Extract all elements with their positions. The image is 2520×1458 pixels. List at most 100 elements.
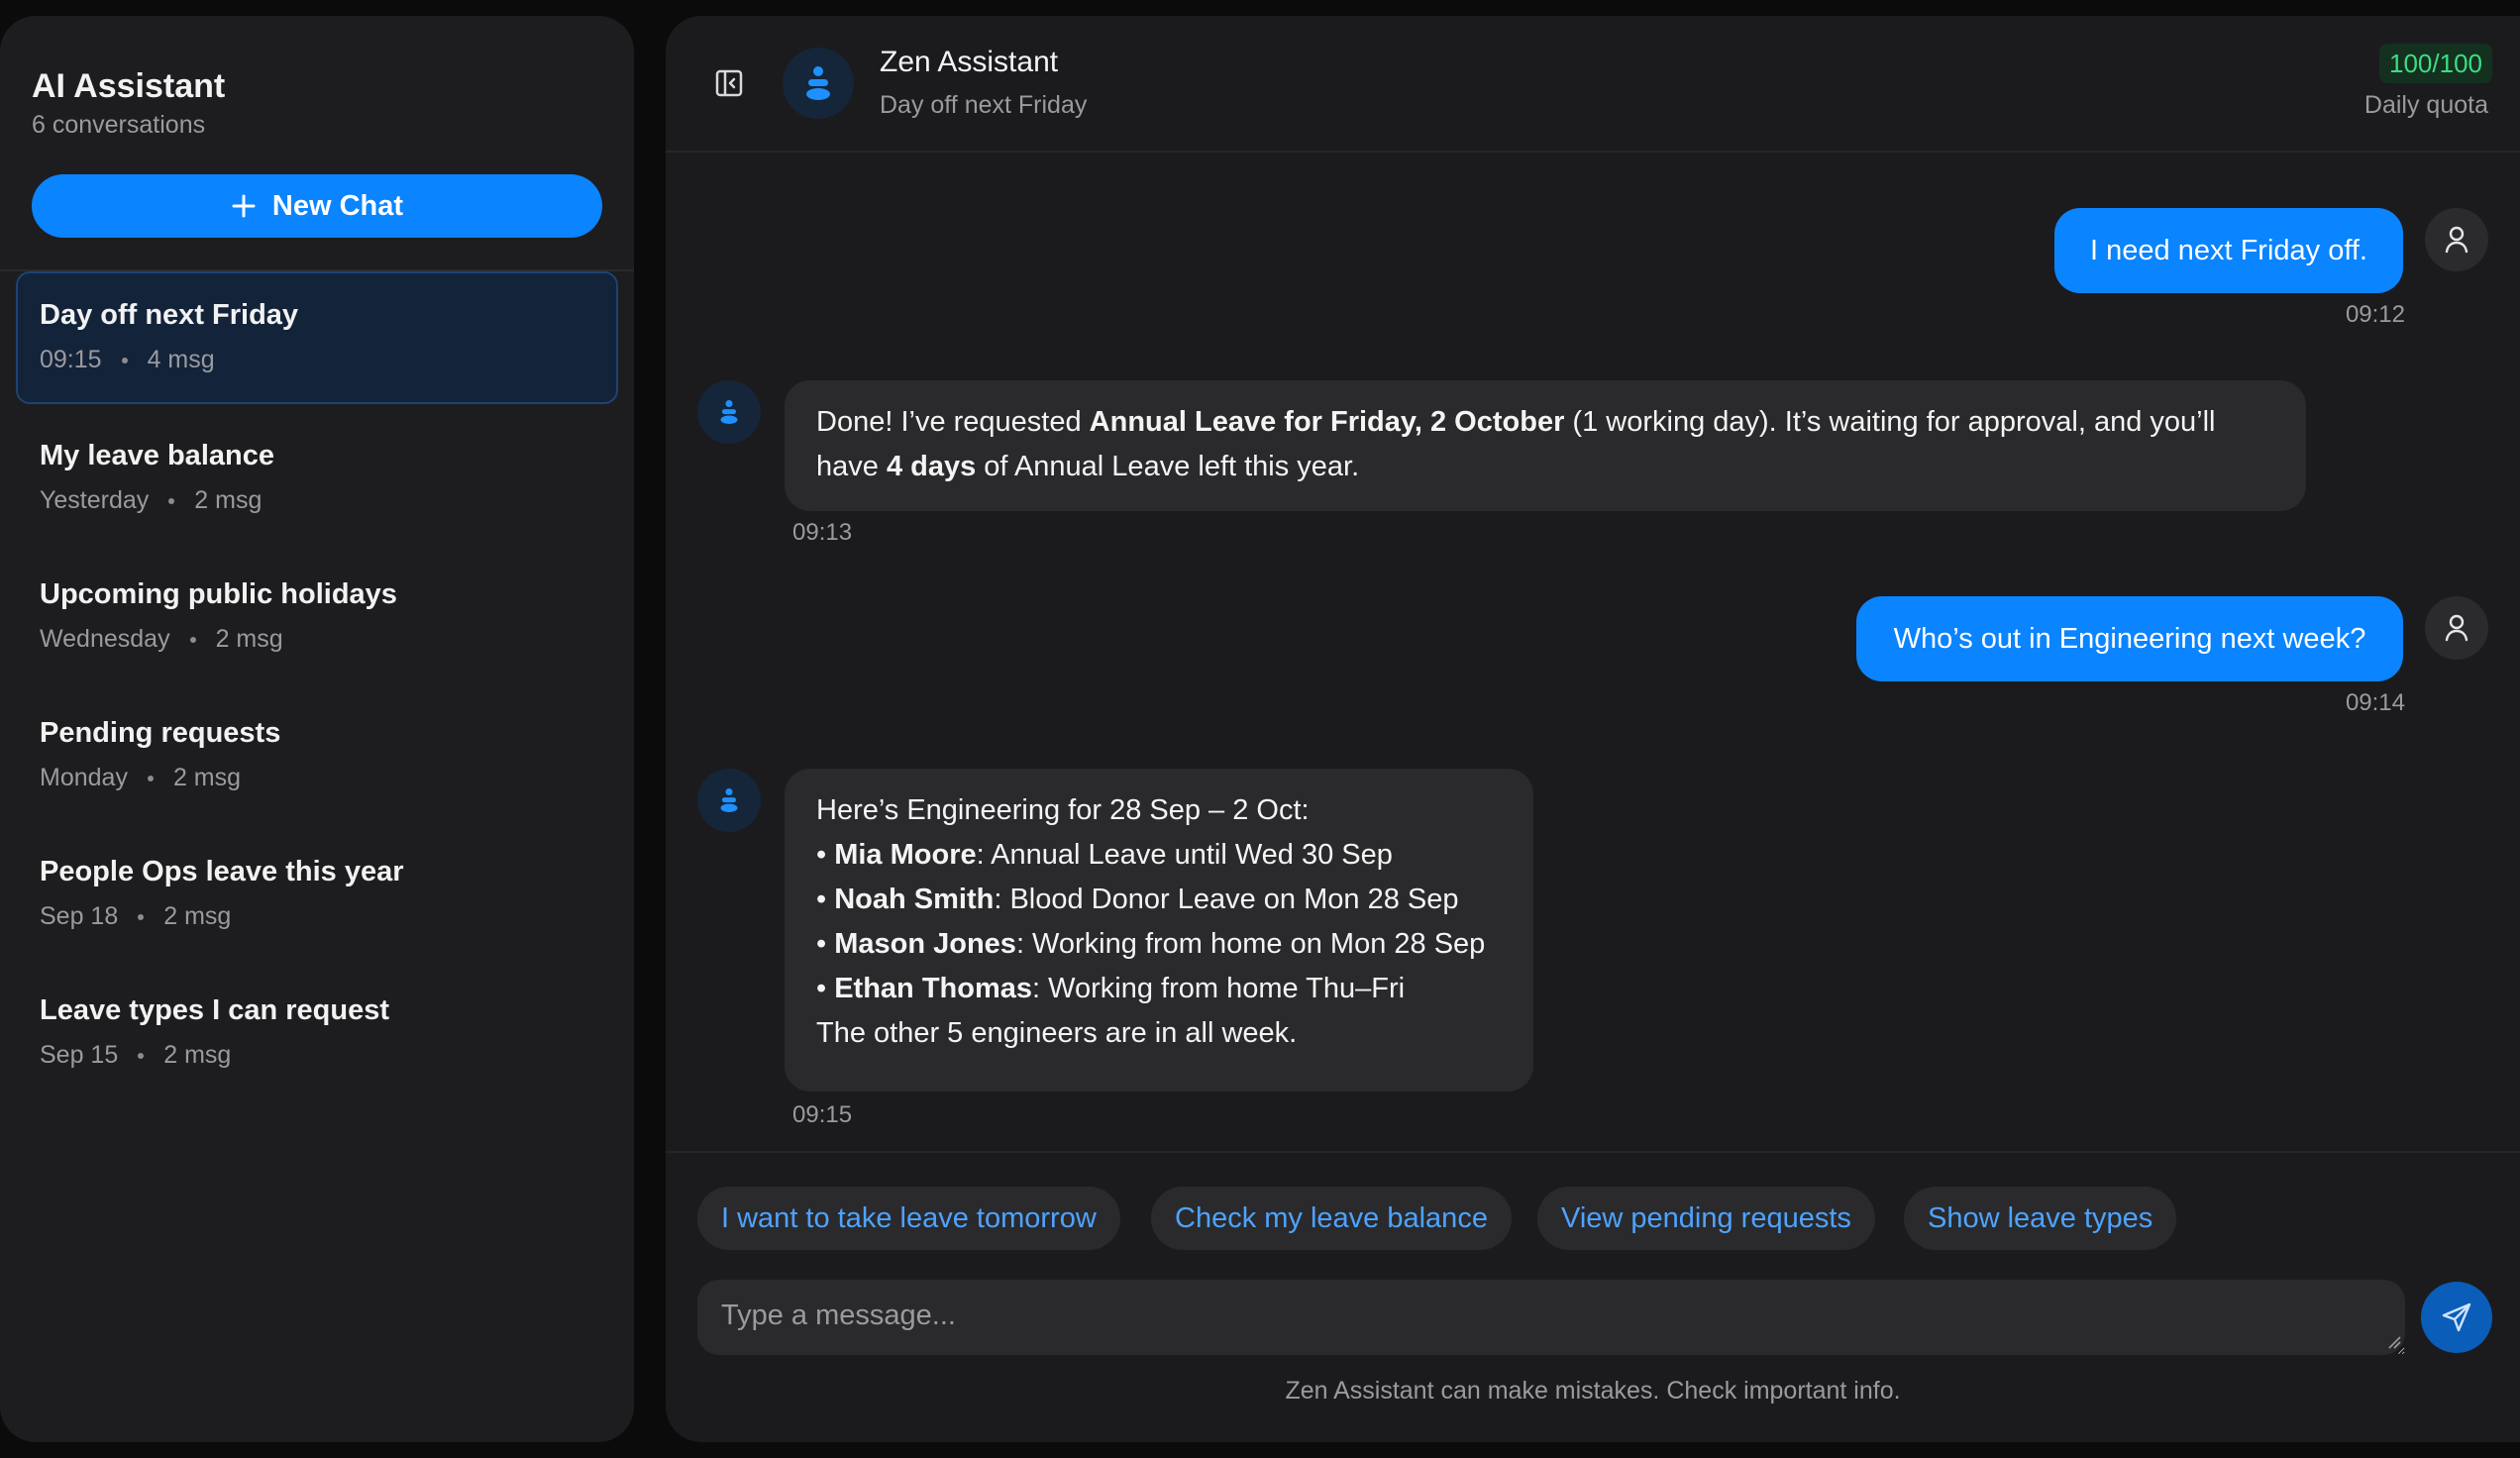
message-text: have xyxy=(816,451,887,482)
leave-detail: : Working from home on Mon 28 Sep xyxy=(1015,928,1486,960)
separator-dot xyxy=(138,913,145,920)
assistant-avatar xyxy=(697,380,761,444)
resize-grip-icon[interactable] xyxy=(2387,1335,2401,1349)
separator-dot xyxy=(189,636,196,643)
user-icon xyxy=(2445,226,2468,254)
message-time: 09:13 xyxy=(792,519,853,546)
conversation-time: Monday xyxy=(40,764,128,791)
user-message: Who’s out in Engineering next week? xyxy=(1856,596,2403,681)
send-icon xyxy=(2442,1302,2471,1332)
conversation-item[interactable]: Leave types I can request Sep 15 2 msg xyxy=(16,967,618,1099)
conversation-count: 2 msg xyxy=(163,1041,232,1069)
sidebar-title: AI Assistant xyxy=(32,67,226,105)
conversation-count: 2 msg xyxy=(194,486,262,514)
conversation-item-active[interactable]: Day off next Friday 09:15 4 msg xyxy=(16,271,618,404)
conversation-time: Wednesday xyxy=(40,625,170,653)
conversation-item[interactable]: People Ops leave this year Sep 18 2 msg xyxy=(16,828,618,961)
quota-badge: 100/100 xyxy=(2379,44,2492,83)
message-text: (1 working day). It’s waiting for approv… xyxy=(1564,406,2216,438)
conversation-title: Leave types I can request xyxy=(40,994,389,1026)
message-bold: 4 days xyxy=(886,451,977,482)
conversation-time: Sep 15 xyxy=(40,1041,119,1069)
leave-detail: : Blood Donor Leave on Mon 28 Sep xyxy=(994,884,1459,915)
separator-dot xyxy=(121,357,128,364)
conversation-count: 2 msg xyxy=(172,764,242,791)
list-item: • Ethan Thomas: Working from home Thu–Fr… xyxy=(816,967,1502,1011)
conversation-time: Sep 18 xyxy=(40,902,119,930)
assistant-message: Done! I’ve requested Annual Leave for Fr… xyxy=(785,380,2306,511)
user-message: I need next Friday off. xyxy=(2054,208,2403,293)
conversation-count: 6 conversations xyxy=(32,111,206,139)
conversation-meta: Sep 18 2 msg xyxy=(40,902,618,931)
separator-dot xyxy=(168,497,175,504)
assistant-message: Here’s Engineering for 28 Sep – 2 Oct: •… xyxy=(785,769,1533,1092)
sidebar: AI Assistant 6 conversations New Chat Da… xyxy=(0,16,634,1442)
user-avatar xyxy=(2425,596,2488,660)
leave-detail: : Annual Leave until Wed 30 Sep xyxy=(976,839,1393,871)
suggestion-chip[interactable]: Show leave types xyxy=(1904,1187,2177,1250)
conversation-count: 4 msg xyxy=(147,346,215,373)
person-name: Ethan Thomas xyxy=(834,973,1033,1004)
conversation-meta: Wednesday 2 msg xyxy=(40,625,618,654)
quota-label: Daily quota xyxy=(2363,91,2488,119)
bot-icon xyxy=(720,400,738,424)
bullet: • xyxy=(816,928,827,960)
separator-dot xyxy=(138,1052,145,1059)
leave-detail: : Working from home Thu–Fri xyxy=(1032,973,1406,1004)
user-icon xyxy=(2445,614,2468,642)
suggestion-chip[interactable]: View pending requests xyxy=(1537,1187,1875,1250)
bullet: • xyxy=(816,973,827,1004)
conversation-meta: Sep 15 2 msg xyxy=(40,1041,618,1070)
message-text: Done! I’ve requested xyxy=(816,406,1090,438)
person-name: Mason Jones xyxy=(834,928,1016,960)
list-item: • Mia Moore: Annual Leave until Wed 30 S… xyxy=(816,833,1502,878)
message-time: 09:15 xyxy=(792,1101,853,1128)
assistant-name: Zen Assistant xyxy=(880,46,1059,78)
assistant-avatar xyxy=(783,48,854,119)
conversation-time: Yesterday xyxy=(40,486,150,514)
conversation-item[interactable]: My leave balance Yesterday 2 msg xyxy=(16,412,618,545)
conversation-title: Upcoming public holidays xyxy=(40,578,397,610)
new-chat-button[interactable]: New Chat xyxy=(32,174,602,238)
list-item: • Noah Smith: Blood Donor Leave on Mon 2… xyxy=(816,878,1502,922)
message-time: 09:12 xyxy=(2345,301,2405,328)
suggestion-chip[interactable]: I want to take leave tomorrow xyxy=(697,1187,1120,1250)
conversation-title: Day off next Friday xyxy=(40,299,299,331)
new-chat-label: New Chat xyxy=(271,189,404,222)
conversation-title: People Ops leave this year xyxy=(40,856,404,887)
conversation-count: 2 msg xyxy=(215,625,283,653)
suggestion-chip[interactable]: Check my leave balance xyxy=(1151,1187,1512,1250)
conversation-meta: 09:15 4 msg xyxy=(40,346,616,374)
panel-toggle-icon[interactable] xyxy=(713,67,745,99)
message-time: 09:14 xyxy=(2345,689,2405,716)
chat-panel: Zen Assistant Day off next Friday 100/10… xyxy=(666,16,2520,1442)
separator-dot xyxy=(147,775,154,781)
plus-icon xyxy=(232,194,256,218)
message-outro: The other 5 engineers are in all week. xyxy=(816,1017,1298,1049)
conversation-item[interactable]: Upcoming public holidays Wednesday 2 msg xyxy=(16,551,618,683)
header-divider xyxy=(666,151,2520,153)
conversation-item[interactable]: Pending requests Monday 2 msg xyxy=(16,689,618,822)
send-button[interactable] xyxy=(2421,1282,2492,1353)
message-intro: Here’s Engineering for 28 Sep – 2 Oct: xyxy=(816,794,1310,826)
conversation-subtitle: Day off next Friday xyxy=(880,91,1088,119)
bot-icon xyxy=(720,788,738,812)
list-item: • Mason Jones: Working from home on Mon … xyxy=(816,922,1502,967)
bullet: • xyxy=(816,839,827,871)
message-input[interactable] xyxy=(697,1280,2405,1355)
bot-icon xyxy=(806,66,830,100)
message-text: of Annual Leave left this year. xyxy=(976,451,1360,482)
person-name: Mia Moore xyxy=(834,839,977,871)
composer-divider xyxy=(666,1151,2520,1153)
assistant-avatar xyxy=(697,769,761,832)
conversation-time: 09:15 xyxy=(40,346,102,373)
disclaimer: Zen Assistant can make mistakes. Check i… xyxy=(1285,1377,1901,1405)
conversation-count: 2 msg xyxy=(163,902,232,930)
conversation-meta: Yesterday 2 msg xyxy=(40,486,618,515)
conversation-meta: Monday 2 msg xyxy=(40,764,618,792)
conversation-title: Pending requests xyxy=(40,717,281,749)
person-name: Noah Smith xyxy=(834,884,995,915)
conversation-title: My leave balance xyxy=(40,440,274,471)
bullet: • xyxy=(816,884,827,915)
user-avatar xyxy=(2425,208,2488,271)
